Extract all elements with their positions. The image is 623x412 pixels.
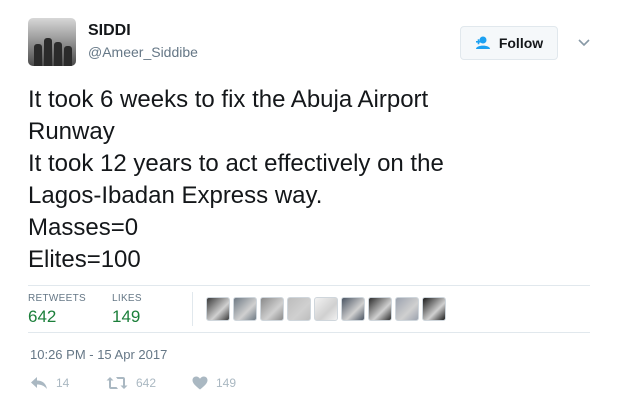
tweet-timestamp[interactable]: 10:26 PM - 15 Apr 2017 bbox=[30, 347, 167, 362]
reply-button[interactable]: 14 bbox=[30, 376, 69, 390]
tweet-text: It took 6 weeks to fix the Abuja Airport… bbox=[28, 84, 598, 276]
tweet-stats: RETWEETS 642 LIKES 149 bbox=[28, 285, 590, 333]
avatar-figure bbox=[64, 46, 72, 66]
avatar[interactable] bbox=[28, 18, 76, 66]
retweets-label: RETWEETS bbox=[28, 293, 86, 304]
tweet-header: SIDDI @Ameer_Siddibe Follow bbox=[28, 18, 608, 70]
retweets-count: 642 bbox=[28, 307, 57, 326]
liker-avatar[interactable] bbox=[422, 297, 446, 321]
reply-icon bbox=[31, 377, 47, 389]
follow-button[interactable]: Follow bbox=[460, 26, 558, 60]
likes-count: 149 bbox=[112, 307, 141, 326]
liker-avatar[interactable] bbox=[368, 297, 392, 321]
avatar-figure bbox=[34, 44, 42, 66]
liker-avatar[interactable] bbox=[206, 297, 230, 321]
tweet-line: Masses=0 bbox=[28, 214, 139, 241]
retweet-button[interactable]: 642 bbox=[106, 376, 156, 390]
tweet-actions: 14 642 149 bbox=[30, 376, 590, 398]
stat-divider bbox=[192, 292, 193, 326]
reply-count: 14 bbox=[56, 376, 70, 390]
like-button[interactable]: 149 bbox=[192, 376, 236, 390]
tweet-line: Lagos-Ibadan Express way. bbox=[28, 182, 323, 209]
liker-avatar[interactable] bbox=[314, 297, 338, 321]
like-count: 149 bbox=[216, 376, 237, 390]
follow-label: Follow bbox=[498, 35, 544, 51]
user-handle[interactable]: @Ameer_Siddibe bbox=[88, 44, 198, 60]
likes-label: LIKES bbox=[112, 293, 142, 304]
avatar-figure bbox=[54, 42, 62, 66]
tweet-line: Elites=100 bbox=[28, 246, 141, 273]
chevron-down-icon[interactable] bbox=[576, 34, 592, 50]
retweets-stat[interactable]: RETWEETS 642 bbox=[28, 293, 86, 327]
heart-icon bbox=[192, 376, 208, 390]
retweet-count: 642 bbox=[136, 376, 157, 390]
liker-avatar[interactable] bbox=[395, 297, 419, 321]
add-user-icon bbox=[475, 36, 490, 49]
liker-avatar[interactable] bbox=[233, 297, 257, 321]
liker-avatar[interactable] bbox=[287, 297, 311, 321]
avatar-figure bbox=[44, 38, 52, 66]
retweet-icon bbox=[106, 377, 128, 389]
liker-avatars bbox=[206, 297, 446, 321]
liker-avatar[interactable] bbox=[341, 297, 365, 321]
likes-stat[interactable]: LIKES 149 bbox=[112, 293, 142, 327]
liker-avatar[interactable] bbox=[260, 297, 284, 321]
display-name[interactable]: SIDDI bbox=[88, 22, 131, 40]
tweet-line: It took 12 years to act effectively on t… bbox=[28, 150, 444, 177]
tweet-line: Runway bbox=[28, 118, 115, 145]
tweet-line: It took 6 weeks to fix the Abuja Airport bbox=[28, 86, 429, 113]
